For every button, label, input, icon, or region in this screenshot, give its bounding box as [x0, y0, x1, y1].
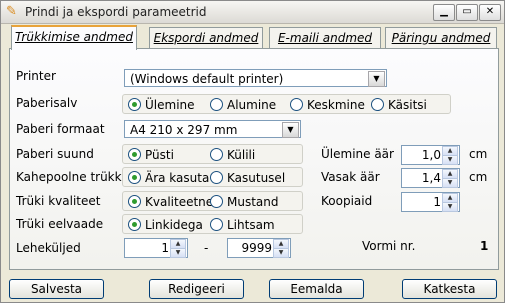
form-number-label: Vormi nr. — [362, 239, 416, 253]
radio-label: Ülemine — [145, 98, 195, 112]
radio-label: Keskmine — [307, 98, 365, 112]
orientation-label: Paberi suund — [16, 147, 94, 161]
paper-format-select[interactable]: A4 210 x 297 mm ▼ — [124, 120, 301, 138]
spin-down-icon[interactable]: ▼ — [170, 248, 186, 258]
radio-tray-middle[interactable]: Keskmine — [290, 98, 365, 112]
paper-tray-group: Ülemine Alumine Keskmine Käsitsi — [122, 94, 451, 114]
duplex-group: Ära kasuta Kasutusel — [122, 167, 303, 187]
radio-label: Mustand — [227, 195, 279, 209]
spin-down-icon[interactable]: ▼ — [442, 178, 458, 188]
tab-email[interactable]: E-maili andmed — [269, 27, 381, 48]
radio-label: Lihtsam — [227, 218, 275, 232]
radio-label: Alumine — [227, 98, 277, 112]
radio-selected-icon — [128, 195, 141, 208]
paper-tray-label: Paberisalv — [16, 96, 78, 110]
tab-panel: Printer (Windows default printer) ▼ Pabe… — [9, 48, 499, 270]
radio-tray-upper[interactable]: Ülemine — [128, 98, 195, 112]
form-number-value: 1 — [480, 239, 489, 253]
radio-label: Ära kasuta — [145, 171, 210, 185]
chevron-down-icon[interactable]: ▼ — [368, 71, 385, 87]
copies-stepper[interactable]: 1 ▲ ▼ — [401, 192, 460, 212]
top-margin-value: 1,0 — [421, 148, 441, 162]
radio-label: Linkidega — [145, 218, 203, 232]
top-margin-label: Ülemine äär — [321, 147, 394, 161]
printer-select[interactable]: (Windows default printer) ▼ — [124, 69, 387, 87]
orientation-group: Püsti Külili — [122, 144, 303, 164]
radio-duplex-on[interactable]: Kasutusel — [210, 171, 285, 185]
paper-format-value: A4 210 x 297 mm — [130, 123, 238, 137]
tab-export[interactable]: Ekspordi andmed — [149, 27, 263, 48]
radio-label: Külili — [227, 148, 256, 162]
quality-label: Trüki kvaliteet — [16, 194, 101, 208]
radio-selected-icon — [128, 218, 141, 231]
radio-icon — [210, 148, 223, 161]
minimize-button[interactable]: ▁ — [433, 4, 455, 21]
radio-landscape[interactable]: Külili — [210, 148, 255, 162]
printer-label: Printer — [16, 69, 56, 83]
close-button[interactable]: ✕ — [479, 4, 501, 21]
pencil-icon: ✎ — [6, 4, 17, 19]
pages-from-stepper[interactable]: 1 ▲ ▼ — [124, 238, 188, 258]
tab-printing[interactable]: Trükkimise andmed — [11, 25, 137, 50]
radio-icon — [210, 218, 223, 231]
maximize-button[interactable]: ▭ — [456, 4, 478, 21]
dialog-window: ✎ Prindi ja ekspordi parameetrid ▁ ▭ ✕ T… — [0, 0, 505, 303]
radio-portrait[interactable]: Püsti — [128, 148, 174, 162]
radio-label: Kasutusel — [227, 171, 286, 185]
left-margin-unit: cm — [469, 170, 488, 184]
tab-query[interactable]: Päringu andmed — [385, 27, 497, 48]
radio-label: Kvaliteetne — [145, 195, 214, 209]
radio-label: Käsitsi — [388, 98, 427, 112]
edit-button[interactable]: Redigeeri — [149, 279, 244, 299]
radio-quality-high[interactable]: Kvaliteetne — [128, 195, 213, 209]
title-bar: ✎ Prindi ja ekspordi parameetrid ▁ ▭ ✕ — [1, 1, 504, 24]
spin-down-icon[interactable]: ▼ — [442, 155, 458, 165]
preview-label: Trüki eelvaade — [16, 217, 104, 231]
left-margin-value: 1,4 — [421, 171, 441, 185]
spin-down-icon[interactable]: ▼ — [442, 202, 458, 212]
pages-to-stepper[interactable]: 9999 ▲ ▼ — [227, 238, 291, 258]
radio-quality-draft[interactable]: Mustand — [210, 195, 279, 209]
duplex-label: Kahepoolne trükk — [16, 170, 122, 184]
tab-bar: Trükkimise andmed Ekspordi andmed E-mail… — [9, 25, 497, 50]
paper-format-label: Paberi formaat — [16, 122, 105, 136]
copies-value: 1 — [433, 195, 441, 209]
radio-icon — [210, 98, 223, 111]
radio-selected-icon — [128, 171, 141, 184]
radio-preview-links[interactable]: Linkidega — [128, 218, 203, 232]
radio-icon — [210, 195, 223, 208]
radio-tray-manual[interactable]: Käsitsi — [371, 98, 427, 112]
top-margin-stepper[interactable]: 1,0 ▲ ▼ — [401, 145, 460, 165]
cancel-button[interactable]: Katkesta — [402, 279, 497, 299]
pages-to-value: 9999 — [241, 241, 272, 255]
radio-icon — [290, 98, 303, 111]
chevron-down-icon[interactable]: ▼ — [282, 122, 299, 138]
pages-from-value: 1 — [161, 241, 169, 255]
left-margin-stepper[interactable]: 1,4 ▲ ▼ — [401, 168, 460, 188]
printer-value: (Windows default printer) — [130, 72, 284, 86]
radio-tray-lower[interactable]: Alumine — [210, 98, 276, 112]
radio-selected-icon — [128, 98, 141, 111]
radio-icon — [371, 98, 384, 111]
preview-group: Linkidega Lihtsam — [122, 214, 303, 234]
radio-preview-simple[interactable]: Lihtsam — [210, 218, 275, 232]
pages-label: Leheküljed — [16, 241, 81, 255]
spin-down-icon[interactable]: ▼ — [273, 248, 289, 258]
pages-separator: - — [204, 241, 209, 255]
copies-label: Koopiaid — [321, 194, 373, 208]
save-button[interactable]: Salvesta — [9, 279, 104, 299]
radio-duplex-off[interactable]: Ära kasuta — [128, 171, 209, 185]
left-margin-label: Vasak äär — [321, 170, 380, 184]
radio-selected-icon — [128, 148, 141, 161]
remove-button[interactable]: Eemalda — [269, 279, 364, 299]
top-margin-unit: cm — [469, 147, 488, 161]
window-title: Prindi ja ekspordi parameetrid — [25, 5, 207, 19]
quality-group: Kvaliteetne Mustand — [122, 191, 303, 211]
radio-label: Püsti — [145, 148, 174, 162]
radio-icon — [210, 171, 223, 184]
